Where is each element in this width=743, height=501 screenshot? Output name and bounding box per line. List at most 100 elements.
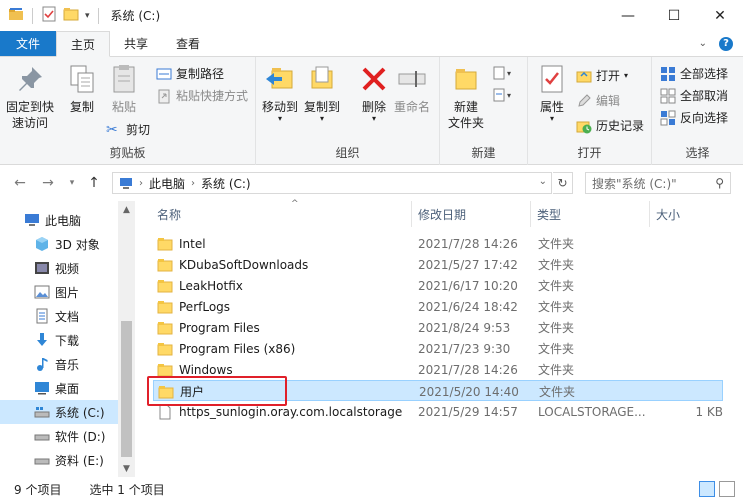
- file-row[interactable]: Intel 2021/7/28 14:26 文件夹: [153, 233, 723, 254]
- file-row[interactable]: Program Files (x86) 2021/7/23 9:30 文件夹: [153, 338, 723, 359]
- large-icons-view-icon[interactable]: [719, 481, 735, 497]
- pin-to-quick-access-button[interactable]: 固定到快 速访问: [6, 63, 54, 131]
- file-row[interactable]: KDubaSoftDownloads 2021/5/27 17:42 文件夹: [153, 254, 723, 275]
- nav-item-videos[interactable]: 视频: [0, 256, 118, 280]
- ribbon: 固定到快 速访问 复制 粘贴 复制路径 粘贴快捷方式 ✂ 剪切 剪贴板 移动到: [0, 57, 743, 165]
- selection-count: 选中 1 个项目: [89, 482, 165, 497]
- file-row[interactable]: LeakHotfix 2021/6/17 10:20 文件夹: [153, 275, 723, 296]
- nav-item-drive-d[interactable]: 软件 (D:): [0, 424, 118, 448]
- collapse-ribbon-icon[interactable]: ⌄: [699, 38, 707, 49]
- rename-icon: [398, 71, 426, 87]
- rename-button[interactable]: 重命名: [394, 63, 430, 115]
- tab-view[interactable]: 查看: [162, 31, 214, 56]
- select-none-button[interactable]: 全部取消: [660, 87, 728, 104]
- move-to-icon: [266, 68, 293, 89]
- organize-group: 移动到 ▾ 复制到 ▾ 删除 ▾ 重命名 组织: [256, 57, 440, 165]
- tab-share[interactable]: 共享: [110, 31, 162, 56]
- history-button[interactable]: 历史记录: [576, 117, 644, 134]
- history-icon: [576, 121, 592, 133]
- scroll-down-icon[interactable]: ▼: [118, 460, 135, 477]
- help-icon[interactable]: ?: [719, 36, 733, 51]
- minimize-button[interactable]: —: [605, 0, 651, 31]
- maximize-button[interactable]: ☐: [651, 0, 697, 31]
- nav-item-pictures[interactable]: 图片: [0, 280, 118, 304]
- paste-button[interactable]: 粘贴: [108, 63, 140, 115]
- download-icon: [37, 333, 47, 346]
- delete-button[interactable]: 删除 ▾: [358, 63, 390, 123]
- invert-selection-icon: [660, 110, 676, 125]
- nav-item-drive-c[interactable]: 系统 (C:): [0, 400, 118, 424]
- nav-item-documents[interactable]: 文档: [0, 304, 118, 328]
- refresh-button[interactable]: ↻: [553, 172, 573, 194]
- nav-item-desktop[interactable]: 桌面: [0, 376, 118, 400]
- breadcrumb-drive-c[interactable]: 系统 (C:): [201, 175, 251, 192]
- delete-icon: [362, 67, 386, 91]
- file-row[interactable]: PerfLogs 2021/6/24 18:42 文件夹: [153, 296, 723, 317]
- column-header-type[interactable]: 类型: [531, 201, 649, 227]
- search-input[interactable]: 搜索"系统 (C:)" ⚲: [585, 172, 731, 194]
- file-list: 名称 ^ 修改日期 类型 大小 Intel 2021/7/28 14:26 文件…: [137, 199, 743, 477]
- new-folder-quick-icon[interactable]: [63, 6, 79, 25]
- clipboard-group: 固定到快 速访问 复制 粘贴 复制路径 粘贴快捷方式 ✂ 剪切 剪贴板: [0, 57, 256, 165]
- select-none-icon: [660, 88, 676, 103]
- customize-quick-access-icon[interactable]: ▾: [85, 11, 90, 21]
- navigation-pane: 此电脑 3D 对象 视频 图片 文档 下载 音乐 桌面 系统 (C:) 软件 (…: [0, 201, 136, 477]
- clipboard-group-label: 剪贴板: [109, 146, 146, 160]
- move-to-button[interactable]: 移动到 ▾: [262, 63, 298, 123]
- nav-item-this-pc[interactable]: 此电脑: [0, 208, 118, 232]
- scroll-up-icon[interactable]: ▲: [118, 201, 135, 218]
- select-all-button[interactable]: 全部选择: [660, 65, 728, 82]
- scrollbar-thumb[interactable]: [121, 321, 132, 457]
- open-button[interactable]: 打开 ▾: [576, 67, 628, 84]
- quick-access-toolbar: ▾: [0, 6, 101, 25]
- scissors-icon: ✂: [106, 121, 118, 138]
- up-button[interactable]: ↑: [84, 173, 104, 193]
- tab-file[interactable]: 文件: [0, 31, 56, 56]
- breadcrumb-separator-icon: ›: [191, 177, 196, 189]
- recent-locations-button[interactable]: ▾: [62, 173, 82, 193]
- address-dropdown-icon[interactable]: ⌄: [539, 176, 547, 187]
- copy-to-button[interactable]: 复制到 ▾: [304, 63, 340, 123]
- nav-item-drive-e[interactable]: 资料 (E:): [0, 448, 118, 472]
- pin-icon: [19, 67, 42, 91]
- new-folder-button[interactable]: 新建 文件夹: [448, 63, 484, 131]
- annotation-highlight-box: [147, 376, 287, 406]
- nav-item-3d-objects[interactable]: 3D 对象: [0, 232, 118, 256]
- chevron-down-icon: ▾: [69, 178, 75, 188]
- easy-access-icon[interactable]: ▾: [492, 87, 514, 106]
- breadcrumb-this-pc[interactable]: 此电脑: [149, 175, 185, 192]
- address-row: ← → ▾ ↑ › 此电脑 › 系统 (C:) ⌄ ↻ 搜索"系统 (C:)" …: [0, 165, 743, 201]
- address-bar[interactable]: › 此电脑 › 系统 (C:) ⌄: [112, 172, 552, 194]
- computer-icon: [25, 214, 39, 226]
- open-folder-icon: [576, 71, 592, 82]
- new-group: 新建 文件夹 ▾ ▾ 新建: [440, 57, 528, 165]
- tab-home[interactable]: 主页: [56, 31, 111, 57]
- explorer-app-icon: [8, 6, 24, 25]
- forward-button[interactable]: →: [38, 173, 58, 193]
- folder-icon: [157, 258, 173, 271]
- column-header-date[interactable]: 修改日期: [412, 201, 530, 227]
- properties-quick-icon[interactable]: [41, 6, 57, 25]
- open-group-label: 打开: [577, 146, 602, 160]
- column-header-name[interactable]: 名称 ^: [151, 199, 411, 227]
- item-count: 9 个项目: [14, 482, 62, 497]
- title-bar: ▾ 系统 (C:) — ☐ ✕: [0, 0, 743, 31]
- copy-path-button[interactable]: 复制路径: [156, 65, 224, 82]
- file-row[interactable]: Program Files 2021/8/24 9:53 文件夹: [153, 317, 723, 338]
- nav-item-music[interactable]: 音乐: [0, 352, 118, 376]
- nav-pane-scrollbar[interactable]: ▲ ▼: [118, 201, 135, 477]
- properties-icon: [541, 65, 563, 93]
- column-header-size[interactable]: 大小: [650, 201, 730, 227]
- cut-button[interactable]: ✂ 剪切: [106, 121, 150, 138]
- back-button[interactable]: ←: [10, 173, 30, 193]
- paste-shortcut-button[interactable]: 粘贴快捷方式: [156, 87, 248, 104]
- close-button[interactable]: ✕: [697, 0, 743, 31]
- invert-selection-button[interactable]: 反向选择: [660, 109, 728, 126]
- new-item-icon[interactable]: ▾: [492, 65, 514, 84]
- edit-button[interactable]: 编辑: [576, 92, 620, 109]
- properties-button[interactable]: 属性 ▾: [536, 63, 568, 123]
- nav-item-downloads[interactable]: 下载: [0, 328, 118, 352]
- details-view-icon[interactable]: [699, 481, 715, 497]
- copy-button[interactable]: 复制: [66, 63, 98, 115]
- 3d-objects-icon: [36, 237, 48, 251]
